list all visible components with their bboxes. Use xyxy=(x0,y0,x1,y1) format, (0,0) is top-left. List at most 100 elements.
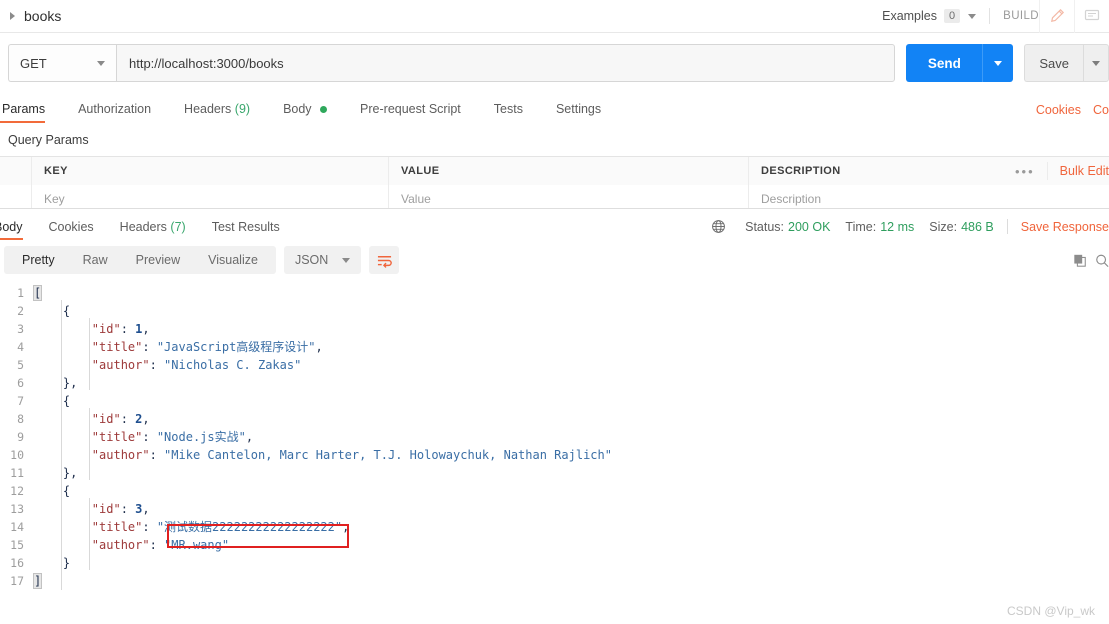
tab-label: Headers xyxy=(184,102,232,116)
code-text: { xyxy=(34,302,70,320)
view-raw[interactable]: Raw xyxy=(69,246,122,274)
edit-request-button[interactable] xyxy=(1039,0,1074,33)
table-header-row: KEY VALUE DESCRIPTION ••• Bulk Edit xyxy=(0,157,1109,185)
save-button[interactable]: Save xyxy=(1024,44,1083,82)
examples-label: Examples xyxy=(882,9,937,23)
send-button[interactable]: Send xyxy=(906,44,983,82)
response-format-value: JSON xyxy=(294,253,329,267)
build-button[interactable]: BUILD xyxy=(1003,10,1039,22)
code-token: { xyxy=(62,394,71,408)
tab-tests[interactable]: Tests xyxy=(494,102,523,123)
line-number: 8 xyxy=(17,412,24,426)
code-line: 9 "title": "Node.js实战", xyxy=(0,428,1109,446)
request-tabs: Params Authorization Headers (9) Body Pr… xyxy=(0,93,1109,123)
code-token: : xyxy=(120,502,136,516)
code-token: , xyxy=(342,520,350,534)
status-label: Status: xyxy=(745,219,785,234)
line-number: 5 xyxy=(17,358,24,372)
http-method-value: GET xyxy=(20,55,47,71)
cookies-link[interactable]: Cookies xyxy=(1036,103,1081,117)
response-pane: Body Cookies Headers (7) Test Results St… xyxy=(0,208,1109,624)
code-text: { xyxy=(34,392,70,410)
request-url-input[interactable]: http://localhost:3000/books xyxy=(116,44,896,82)
response-tabs: Body Cookies Headers (7) Test Results St… xyxy=(0,209,1109,240)
copy-response-button[interactable] xyxy=(1073,253,1095,268)
tab-pre-request-script[interactable]: Pre-request Script xyxy=(360,102,461,123)
tab-label: Headers xyxy=(119,220,167,234)
code-line: 14 "title": "测试数据22222222222222222", xyxy=(0,518,1109,536)
code-line: 6 }, xyxy=(0,374,1109,392)
table-actions: ••• Bulk Edit xyxy=(1003,157,1109,185)
save-response-link[interactable]: Save Response xyxy=(1021,220,1109,234)
chevron-down-icon xyxy=(1092,60,1100,66)
examples-count-badge: 0 xyxy=(944,9,961,23)
globe-icon xyxy=(712,220,726,233)
code-token: "title" xyxy=(91,430,143,444)
comments-button[interactable] xyxy=(1074,0,1109,33)
search-response-button[interactable] xyxy=(1095,253,1109,268)
time-group: Time: 12 ms xyxy=(845,220,914,234)
view-pretty[interactable]: Pretty xyxy=(8,246,69,274)
code-line: 17] xyxy=(0,572,1109,590)
view-visualize[interactable]: Visualize xyxy=(194,246,272,274)
line-number: 13 xyxy=(10,502,24,516)
bulk-edit-link[interactable]: Bulk Edit xyxy=(1046,162,1109,180)
http-method-select[interactable]: GET xyxy=(8,44,116,82)
chevron-right-icon[interactable] xyxy=(10,12,15,20)
word-wrap-icon xyxy=(377,255,392,268)
word-wrap-toggle[interactable] xyxy=(369,246,400,274)
select-all-cell xyxy=(0,157,32,185)
code-token: { xyxy=(62,304,71,318)
code-line: 2 { xyxy=(0,302,1109,320)
tab-params[interactable]: Params xyxy=(0,102,46,123)
send-options-button[interactable] xyxy=(982,44,1014,82)
response-tab-body[interactable]: Body xyxy=(0,220,23,240)
response-meta: Status: 200 OK Time: 12 ms Size: 486 B Save… xyxy=(711,219,1109,240)
code-token: "title" xyxy=(91,340,143,354)
tab-settings[interactable]: Settings xyxy=(556,102,601,123)
network-button[interactable] xyxy=(711,219,726,234)
code-token: "id" xyxy=(91,322,121,336)
tab-label: Params xyxy=(2,102,46,116)
response-format-select[interactable]: JSON xyxy=(283,246,362,274)
response-tab-test-results[interactable]: Test Results xyxy=(212,220,280,240)
response-tab-headers[interactable]: Headers (7) xyxy=(120,220,186,240)
line-number: 16 xyxy=(10,556,24,570)
code-token: , xyxy=(142,502,150,516)
tab-headers[interactable]: Headers (9) xyxy=(184,102,250,123)
code-token: "测试数据22222222222222222" xyxy=(156,520,343,534)
breadcrumb-bar: books Examples 0 BUILD xyxy=(0,0,1109,33)
code-text: "title": "测试数据22222222222222222", xyxy=(34,518,350,536)
column-header-key: KEY xyxy=(32,157,389,185)
view-preview[interactable]: Preview xyxy=(122,246,194,274)
response-view-switch: Pretty Raw Preview Visualize xyxy=(4,246,276,274)
code-text: } xyxy=(34,554,70,572)
overflow-dots-icon[interactable]: ••• xyxy=(1003,164,1047,179)
code-token: , xyxy=(142,412,150,426)
code-link[interactable]: Co xyxy=(1093,103,1109,117)
response-tab-cookies[interactable]: Cookies xyxy=(49,220,94,240)
line-number: 6 xyxy=(17,376,24,390)
code-text: "id": 1, xyxy=(34,320,150,338)
examples-chevron-down-icon[interactable] xyxy=(968,13,977,19)
code-token: "author" xyxy=(91,538,150,552)
response-body-code[interactable]: 1[2 {3 "id": 1, 4 "title": "JavaScript高级程… xyxy=(0,280,1109,590)
code-text: ] xyxy=(32,572,43,590)
code-token: [ xyxy=(32,285,43,301)
tab-body[interactable]: Body xyxy=(283,102,328,123)
save-options-button[interactable] xyxy=(1083,44,1109,82)
code-text: [ xyxy=(32,284,43,302)
code-token: { xyxy=(62,484,71,498)
tab-authorization[interactable]: Authorization xyxy=(78,102,151,123)
breadcrumb-label[interactable]: books xyxy=(24,8,61,24)
line-number: 3 xyxy=(17,322,24,336)
divider xyxy=(989,8,991,24)
